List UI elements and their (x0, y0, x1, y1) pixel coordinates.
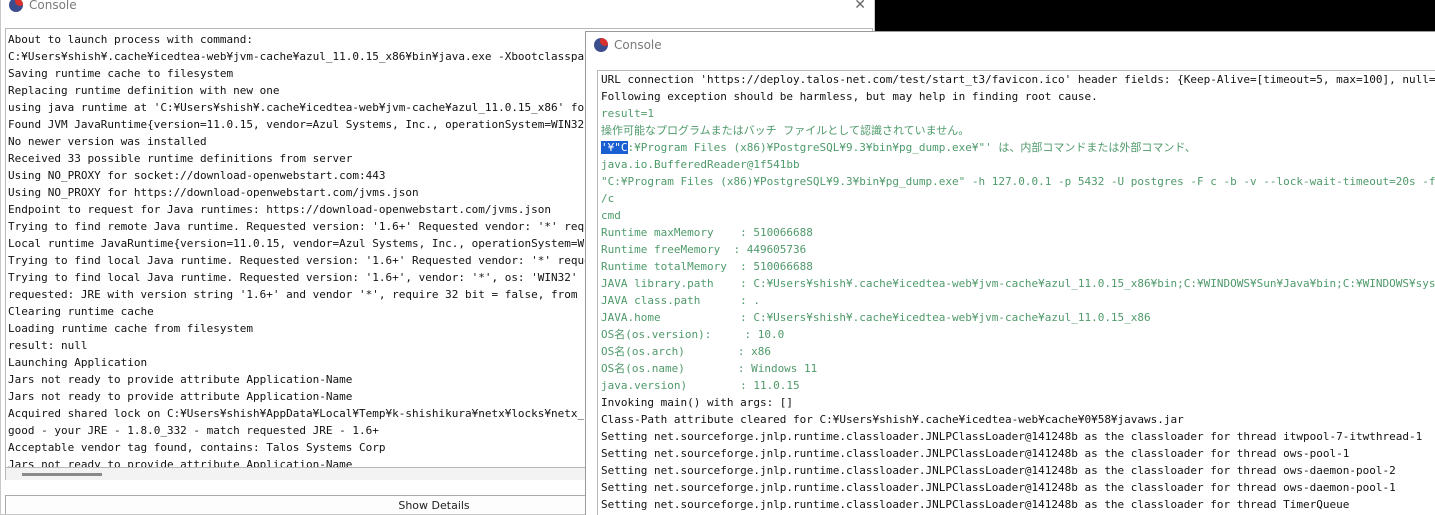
console-line-text: Class-Path attribute cleared for C:¥User… (601, 413, 1184, 426)
console-line-text: Jars not ready to provide attribute Appl… (8, 390, 353, 403)
console-line-text: Saving runtime cache to filesystem (8, 67, 234, 80)
console-line-text: Replacing runtime definition with new on… (8, 84, 280, 97)
console-line: cmd (601, 207, 1435, 224)
console-line: Runtime totalMemory : 510066688 (601, 258, 1435, 275)
console-line-text: Jars not ready to provide attribute Appl… (8, 373, 353, 386)
console-line: Setting net.sourceforge.jnlp.runtime.cla… (601, 462, 1435, 479)
console-line-text: Acquired shared lock on C:¥Users¥shish¥A… (8, 407, 651, 420)
console-line-text: result: null (8, 339, 88, 352)
console-line-text: Using NO_PROXY for https://download-open… (8, 186, 419, 199)
console-line: '¥"C:¥Program Files (x86)¥PostgreSQL¥9.3… (601, 139, 1435, 156)
console-line-text: Acceptable vendor tag found, contains: T… (8, 441, 386, 454)
window-title: Console (614, 38, 662, 52)
window-title: Console (29, 0, 77, 12)
console-line-text: Runtime freeMemory : 449605736 (601, 243, 807, 256)
console-line-text: Launching Application (8, 356, 148, 369)
console-line-text: OS名(os.name) : Windows 11 (601, 362, 818, 375)
console-line-text: 操作可能なプログラムまたはバッチ ファイルとして認識されていません。 (601, 124, 970, 137)
console-line-text: Received 33 possible runtime definitions… (8, 152, 353, 165)
console-line-text: Setting net.sourceforge.jnlp.runtime.cla… (601, 498, 1350, 511)
console-line: OS名(os.name) : Windows 11 (601, 360, 1435, 377)
console-line-text: Setting net.sourceforge.jnlp.runtime.cla… (601, 481, 1396, 494)
console-line: result=1 (601, 105, 1435, 122)
console-line-text: Trying to find remote Java runtime. Requ… (8, 220, 651, 233)
console-line-text: Setting net.sourceforge.jnlp.runtime.cla… (601, 447, 1350, 460)
console-line-text: cmd (601, 209, 621, 222)
console-line: java.io.BufferedReader@1f541bb (601, 156, 1435, 173)
title-bar[interactable]: Console (586, 32, 1435, 58)
console-line-text: Endpoint to request for Java runtimes: h… (8, 203, 552, 216)
console-line-text: requested: JRE with version string '1.6+… (8, 288, 611, 301)
console-line-text: Local runtime JavaRuntime{version=11.0.1… (8, 237, 651, 250)
console-line: 操作可能なプログラムまたはバッチ ファイルとして認識されていません。 (601, 122, 1435, 139)
console-line: Following exception should be harmless, … (601, 88, 1435, 105)
console-line: Runtime maxMemory : 510066688 (601, 224, 1435, 241)
console-line: OS名(os.version): : 10.0 (601, 326, 1435, 343)
console-line-text: JAVA library.path : C:¥Users¥shish¥.cach… (601, 277, 1435, 290)
console-line: "C:¥Program Files (x86)¥PostgreSQL¥9.3¥b… (601, 173, 1435, 190)
console-line-text: Clearing runtime cache (8, 305, 154, 318)
console-line: Invoking main() with args: [] (601, 394, 1435, 411)
console-line-text: Runtime totalMemory : 510066688 (601, 260, 813, 273)
console-line: JAVA class.path : . (601, 292, 1435, 309)
console-line: OS名(os.arch) : x86 (601, 343, 1435, 360)
java-app-icon (594, 38, 608, 52)
console-line: Setting net.sourceforge.jnlp.runtime.cla… (601, 479, 1435, 496)
console-line-text: No newer version was installed (8, 135, 207, 148)
console-line-text: Runtime maxMemory : 510066688 (601, 226, 813, 239)
console-line-text: URL connection 'https://deploy.talos-net… (601, 73, 1435, 86)
console-line-text: Invoking main() with args: [] (601, 396, 794, 409)
console-line: Setting net.sourceforge.jnlp.runtime.cla… (601, 496, 1435, 513)
console-line: URL connection 'https://deploy.talos-net… (601, 71, 1435, 88)
console-window-front: Console URL connection 'https://deploy.t… (585, 31, 1435, 515)
console-line-text: JAVA.home : C:¥Users¥shish¥.cache¥icedte… (601, 311, 1151, 324)
console-line: JAVA library.path : C:¥Users¥shish¥.cach… (601, 275, 1435, 292)
console-line-text: JAVA class.path : . (601, 294, 760, 307)
console-line: Setting net.sourceforge.jnlp.runtime.cla… (601, 445, 1435, 462)
console-line: Runtime freeMemory : 449605736 (601, 241, 1435, 258)
console-line-text: OS名(os.arch) : x86 (601, 345, 771, 358)
console-line-text: java.version) : 11.0.15 (601, 379, 800, 392)
console-line-text: About to launch process with command: (8, 33, 254, 46)
console-line-text: Found JVM JavaRuntime{version=11.0.15, v… (8, 118, 591, 131)
console-line-text: Trying to find local Java runtime. Reque… (8, 254, 651, 267)
console-line-text: :¥Program Files (x86)¥PostgreSQL¥9.3¥bin… (627, 141, 1196, 154)
console-line-text: C:¥Users¥shish¥.cache¥icedtea-web¥jvm-ca… (8, 50, 651, 63)
console-line-text: using java runtime at 'C:¥Users¥shish¥.c… (8, 101, 651, 114)
console-line: /c (601, 190, 1435, 207)
console-output[interactable]: URL connection 'https://deploy.talos-net… (597, 70, 1435, 515)
console-line-text: Using NO_PROXY for socket://download-ope… (8, 169, 386, 182)
console-line-text: java.io.BufferedReader@1f541bb (601, 158, 800, 171)
console-line-text: "C:¥Program Files (x86)¥PostgreSQL¥9.3¥b… (601, 175, 1435, 188)
console-line-text: /c (601, 192, 615, 205)
console-line-text: OS名(os.version): : 10.0 (601, 328, 785, 341)
text-selection: '¥"C (601, 141, 628, 154)
console-line-text: Setting net.sourceforge.jnlp.runtime.cla… (601, 464, 1396, 477)
console-line-text: good - your JRE - 1.8.0_332 - match requ… (8, 424, 379, 437)
title-bar[interactable]: Console ✕ (1, 0, 874, 17)
scrollbar-thumb[interactable] (22, 473, 102, 476)
java-app-icon (9, 0, 23, 12)
console-line-text: Loading runtime cache from filesystem (8, 322, 254, 335)
console-line: JAVA.home : C:¥Users¥shish¥.cache¥icedte… (601, 309, 1435, 326)
console-line-text: Jars not ready to provide attribute Appl… (8, 458, 353, 468)
console-line-text: Setting net.sourceforge.jnlp.runtime.cla… (601, 430, 1423, 443)
close-icon[interactable]: ✕ (854, 0, 866, 13)
console-line: Class-Path attribute cleared for C:¥User… (601, 411, 1435, 428)
console-line-text: result=1 (601, 107, 654, 120)
console-line: java.version) : 11.0.15 (601, 377, 1435, 394)
console-line-text: Following exception should be harmless, … (601, 90, 1098, 103)
console-line: Setting net.sourceforge.jnlp.runtime.cla… (601, 428, 1435, 445)
console-line-text: Trying to find local Java runtime. Reque… (8, 271, 578, 284)
